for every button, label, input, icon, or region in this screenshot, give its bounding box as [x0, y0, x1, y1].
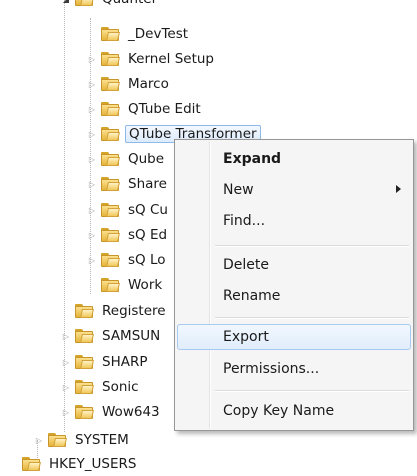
expand-arrow-icon[interactable]: ▷: [86, 229, 98, 241]
expand-arrow-icon[interactable]: ▷: [60, 406, 72, 418]
expand-arrow-icon[interactable]: ▷: [86, 254, 98, 266]
menu-item-label: Copy Key Name: [223, 403, 335, 419]
menu-item-label: Rename: [223, 288, 281, 304]
menu-separator: [215, 317, 409, 319]
context-menu: Expand New Find... Delete Rename Export …: [174, 139, 414, 431]
tree-node-sharp[interactable]: ▷ SHARP: [60, 350, 150, 374]
menu-item-label: Delete: [223, 257, 269, 273]
tree-node-sq-lo[interactable]: ▷ sQ Lo: [86, 248, 169, 272]
folder-icon: [75, 380, 94, 394]
menu-item-label: New: [223, 182, 254, 198]
tree-node-sq-ed[interactable]: ▷ sQ Ed: [86, 223, 170, 247]
submenu-arrow-icon: [396, 185, 401, 193]
collapse-arrow-icon[interactable]: ◢: [60, 0, 72, 5]
menu-item-new[interactable]: New: [177, 177, 411, 203]
folder-icon: [101, 27, 120, 41]
tree-node-qube[interactable]: ▷ Qube: [86, 147, 167, 171]
tree-node-label: HKEY_USERS: [49, 456, 137, 472]
menu-item-find[interactable]: Find...: [177, 208, 411, 234]
tree-node-label: Kernel Setup: [128, 51, 214, 67]
expand-arrow-icon[interactable]: ▷: [86, 53, 98, 65]
tree-node-label: Share: [128, 176, 167, 192]
folder-icon: [101, 203, 120, 217]
menu-item-label: Expand: [223, 151, 282, 167]
tree-node-label: sQ Lo: [128, 252, 166, 268]
tree-node-marco[interactable]: ▷ Marco: [86, 72, 172, 96]
folder-icon: [22, 457, 41, 471]
tree-node-label: Qube: [128, 151, 165, 167]
folder-icon: [101, 152, 120, 166]
tree-node-label: sQ Cu: [128, 202, 168, 218]
expand-arrow-icon[interactable]: ▷: [60, 330, 72, 342]
menu-item-label: Find...: [223, 213, 266, 229]
menu-item-expand[interactable]: Expand: [177, 146, 411, 172]
tree-node-hkey-users[interactable]: HKEY_USERS: [7, 452, 139, 476]
folder-icon: [101, 253, 120, 267]
expand-arrow-icon[interactable]: ▷: [86, 204, 98, 216]
tree-node-label: Marco: [128, 76, 169, 92]
tree-node-quantel[interactable]: ◢ Quantel: [60, 0, 158, 11]
menu-item-label: Permissions...: [223, 361, 320, 377]
tree-node-sq-cu[interactable]: ▷ sQ Cu: [86, 198, 171, 222]
tree-node-samsung[interactable]: ▷ SAMSUN: [60, 324, 163, 348]
tree-node-label: sQ Ed: [128, 227, 168, 243]
folder-icon: [75, 355, 94, 369]
folder-icon: [101, 127, 120, 141]
expand-arrow-icon[interactable]: ▷: [86, 153, 98, 165]
tree-node-label: Work: [128, 277, 163, 293]
menu-item-export[interactable]: Export: [177, 324, 411, 350]
folder-icon: [75, 405, 94, 419]
folder-icon: [101, 278, 120, 292]
tree-node-label: Registere: [102, 303, 166, 319]
tree-node-label: Sonic: [102, 379, 139, 395]
folder-icon: [75, 0, 94, 6]
expand-arrow-icon[interactable]: ▷: [60, 381, 72, 393]
expand-arrow-icon[interactable]: ▷: [33, 434, 45, 446]
folder-icon: [75, 329, 94, 343]
tree-node-work[interactable]: Work: [86, 273, 165, 297]
folder-icon: [75, 304, 94, 318]
tree-node-devtest[interactable]: _DevTest: [86, 22, 191, 46]
expand-arrow-icon[interactable]: ▷: [86, 103, 98, 115]
menu-item-delete[interactable]: Delete: [177, 252, 411, 278]
tree-node-share[interactable]: ▷ Share: [86, 172, 170, 196]
menu-item-copy-key-name[interactable]: Copy Key Name: [177, 398, 411, 424]
tree-node-label: SYSTEM: [75, 432, 129, 448]
tree-node-kernel-setup[interactable]: ▷ Kernel Setup: [86, 47, 217, 71]
tree-node-label: _DevTest: [128, 26, 189, 42]
folder-icon: [101, 77, 120, 91]
folder-icon: [101, 102, 120, 116]
menu-separator: [215, 390, 409, 392]
menu-item-label: Export: [223, 329, 269, 345]
tree-node-wow6432[interactable]: ▷ Wow643: [60, 400, 163, 424]
menu-item-rename[interactable]: Rename: [177, 283, 411, 309]
menu-item-permissions[interactable]: Permissions...: [177, 356, 411, 382]
tree-node-system[interactable]: ▷ SYSTEM: [33, 428, 132, 452]
tree-node-registered[interactable]: Registere: [60, 299, 169, 323]
expand-arrow-icon[interactable]: ▷: [60, 356, 72, 368]
tree-node-label: QTube Edit: [128, 101, 201, 117]
tree-node-label: Wow643: [102, 404, 160, 420]
expand-arrow-icon[interactable]: ▷: [86, 78, 98, 90]
tree-node-label: SAMSUN: [102, 328, 161, 344]
folder-icon: [101, 177, 120, 191]
tree-node-label: SHARP: [102, 354, 148, 370]
tree-node-sonic[interactable]: ▷ Sonic: [60, 375, 142, 399]
tree-node-qtube-edit[interactable]: ▷ QTube Edit: [86, 97, 204, 121]
folder-icon: [48, 433, 67, 447]
expand-arrow-icon[interactable]: ▷: [86, 178, 98, 190]
menu-separator: [215, 245, 409, 247]
tree-node-label: Quantel: [99, 0, 158, 8]
folder-icon: [101, 52, 120, 66]
expand-arrow-icon[interactable]: ▷: [86, 128, 98, 140]
folder-icon: [101, 228, 120, 242]
